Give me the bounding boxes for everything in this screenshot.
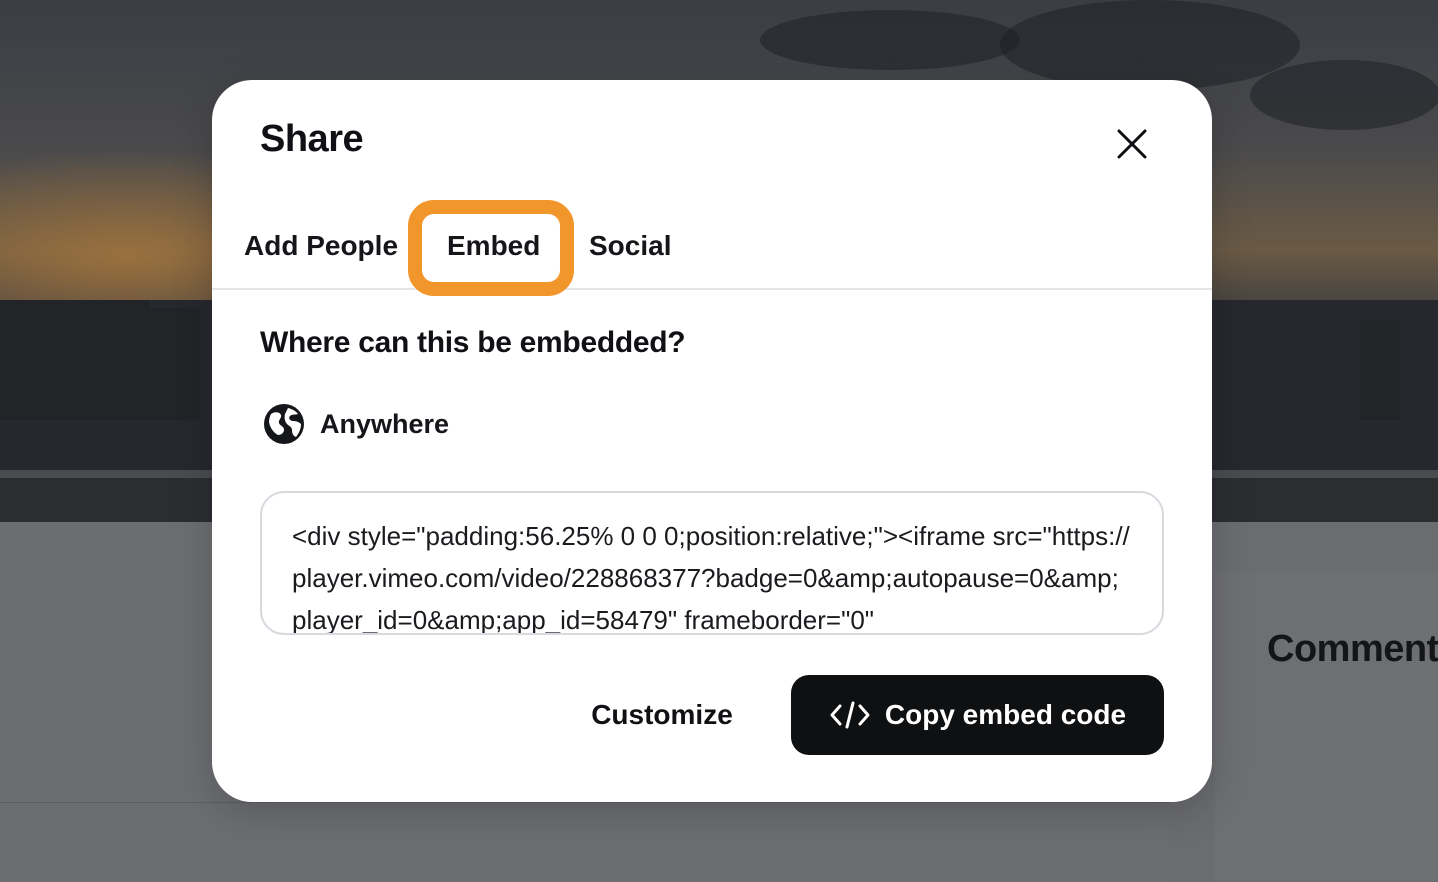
embed-location-question: Where can this be embedded? xyxy=(260,326,686,359)
embed-location-label: Anywhere xyxy=(320,408,450,439)
building xyxy=(120,308,200,420)
embed-code-text: <div style="padding:56.25% 0 0 0;positio… xyxy=(292,521,1130,635)
share-tabs: Add People Embed Social xyxy=(212,200,1212,296)
close-button[interactable] xyxy=(1108,120,1156,168)
share-modal: Share Add People Embed Social Where can … xyxy=(212,80,1212,802)
embed-code-field[interactable]: <div style="padding:56.25% 0 0 0;positio… xyxy=(260,491,1164,635)
copy-embed-code-label: Copy embed code xyxy=(884,699,1127,730)
copy-embed-code-button[interactable]: Copy embed code xyxy=(791,675,1164,755)
cloud xyxy=(760,10,1020,70)
tab-social[interactable]: Social xyxy=(589,230,671,262)
tab-add-people[interactable]: Add People xyxy=(244,230,398,262)
building xyxy=(1360,320,1400,420)
comments-heading: Comment xyxy=(1267,628,1438,670)
embed-location-option[interactable]: Anywhere xyxy=(262,402,449,446)
tab-embed[interactable]: Embed xyxy=(447,230,540,262)
close-icon xyxy=(1117,129,1147,159)
cloud xyxy=(1250,60,1438,130)
customize-button[interactable]: Customize xyxy=(572,675,752,755)
divider xyxy=(0,802,1170,803)
code-icon xyxy=(830,701,870,729)
app-viewport: Comment Share Add People Embed Social Wh… xyxy=(0,0,1438,882)
cloud xyxy=(1000,0,1300,90)
modal-title: Share xyxy=(260,118,364,160)
globe-icon xyxy=(264,404,304,444)
comments-panel xyxy=(1215,572,1438,882)
